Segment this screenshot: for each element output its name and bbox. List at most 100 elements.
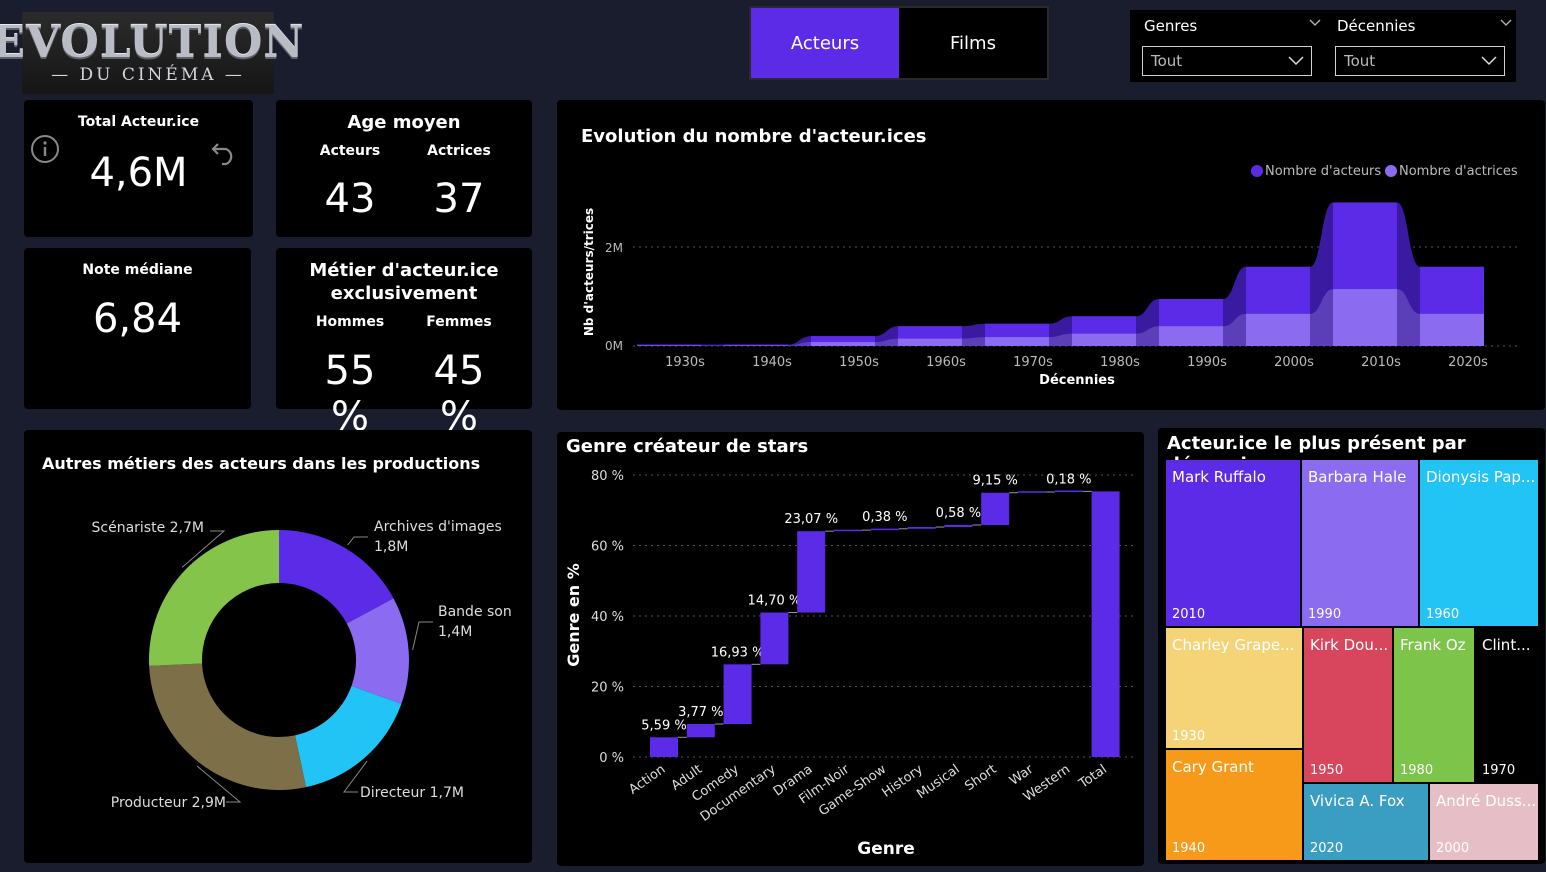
y-tick-label: 40 % — [591, 610, 624, 625]
kpi-total-card: Total Acteur.ice 4,6M — [24, 100, 253, 237]
waterfall-data-label: 14,70 % — [748, 594, 802, 609]
waterfall-bar[interactable] — [870, 528, 899, 531]
genres-dropdown[interactable]: Tout — [1142, 46, 1312, 76]
waterfall-ylabel: Genre en % — [564, 563, 583, 667]
tab-films[interactable]: Films — [899, 8, 1047, 78]
legend-label-actrices: Nombre d'actrices — [1399, 164, 1518, 179]
treemap-cell[interactable]: Dionysis Pap... 1960 — [1420, 460, 1538, 626]
x-tick-label: 2010s — [1361, 355, 1401, 370]
bar-acteurs[interactable] — [898, 326, 962, 339]
waterfall-bar[interactable] — [1054, 490, 1083, 493]
waterfall-bar[interactable] — [1091, 491, 1120, 757]
waterfall-bar[interactable] — [981, 492, 1010, 525]
treemap-cell[interactable]: Clint... 1970 — [1476, 628, 1538, 782]
donut-slice[interactable] — [149, 663, 307, 790]
bar-acteurs[interactable] — [1159, 298, 1223, 327]
waterfall-bar[interactable] — [944, 524, 973, 528]
bar-actrices[interactable] — [1072, 333, 1136, 346]
bar-acteurs[interactable] — [985, 323, 1049, 338]
kpi-total-title: Total Acteur.ice — [77, 114, 200, 130]
kpi-age-actrices-value: 37 — [433, 176, 485, 222]
bar-acteurs[interactable] — [637, 344, 701, 346]
treemap-cell[interactable]: André Duss... 2000 — [1430, 784, 1538, 860]
donut-leader-line — [347, 536, 368, 546]
waterfall-bar[interactable] — [686, 724, 715, 738]
waterfall-xlabel: Genre — [857, 839, 915, 859]
bar-acteurs[interactable] — [1333, 202, 1397, 290]
x-tick-label: 1950s — [839, 355, 879, 370]
undo-icon[interactable] — [210, 138, 240, 166]
treemap-cell-name: Vivica A. Fox — [1310, 792, 1405, 810]
treemap-cell[interactable]: Cary Grant 1940 — [1166, 750, 1302, 860]
bar-actrices[interactable] — [811, 342, 875, 346]
chevron-down-icon[interactable] — [1499, 16, 1513, 30]
legend-marker-acteurs — [1251, 165, 1263, 177]
donut-slice[interactable] — [295, 685, 402, 788]
bar-actrices[interactable] — [1420, 313, 1484, 346]
waterfall-data-label: 3,77 % — [678, 705, 723, 720]
kpi-age-acteurs-value: 43 — [324, 176, 376, 222]
treemap-cell-year: 1990 — [1308, 607, 1342, 622]
decennies-dropdown[interactable]: Tout — [1335, 46, 1505, 76]
bar-actrices[interactable] — [1159, 326, 1223, 346]
waterfall-bar[interactable] — [760, 612, 789, 665]
x-tick-label: 1940s — [752, 355, 792, 370]
waterfall-bar[interactable] — [834, 529, 862, 532]
treemap-cell[interactable]: Barbara Hale 1990 — [1302, 460, 1418, 626]
bar-acteurs[interactable] — [811, 336, 875, 343]
waterfall-bar[interactable] — [907, 527, 936, 529]
chevron-down-icon — [1481, 56, 1497, 66]
evolution-ytick-2m: 2M — [605, 241, 623, 255]
bar-acteurs[interactable] — [1420, 266, 1484, 314]
treemap-cell-name: André Duss... — [1436, 792, 1537, 810]
info-icon[interactable] — [30, 134, 60, 164]
kpi-metier-femmes-value: 45 % — [433, 348, 485, 440]
tab-acteurs[interactable]: Acteurs — [751, 8, 899, 78]
logo-main-text: EVOLUTION — [0, 17, 305, 68]
app-logo: EVOLUTION — DU CINÉMA — — [0, 12, 304, 94]
evolution-ylabel: Nb d'acteurs/trices — [582, 208, 596, 336]
donut-slice-label: Scénariste 2,7M — [92, 520, 205, 536]
kpi-age-actrices-label: Actrices — [427, 143, 491, 159]
waterfall-bar[interactable] — [1018, 491, 1046, 493]
bar-actrices[interactable] — [898, 338, 962, 346]
x-tick-label: Action — [626, 762, 668, 798]
waterfall-chart-svg: Genre en % Genre 80 % 60 % 40 % 20 % 0 % 5,5… — [564, 469, 1137, 859]
treemap-cell-name: Charley Grape... — [1172, 636, 1295, 654]
donut-slice[interactable] — [149, 530, 279, 666]
waterfall-bar[interactable] — [650, 737, 678, 757]
waterfall-data-label: 5,59 % — [641, 718, 686, 733]
chevron-down-icon[interactable] — [1308, 16, 1322, 30]
x-tick-label: 2000s — [1274, 355, 1314, 370]
x-tick-label: Short — [962, 762, 999, 794]
donut-leader-line — [412, 621, 433, 651]
treemap-cell[interactable]: Mark Ruffalo 2010 — [1166, 460, 1300, 626]
x-tick-label: Musical — [914, 762, 962, 802]
page-tabs: Acteurs Films — [749, 6, 1049, 80]
x-tick-label: 1960s — [926, 355, 966, 370]
kpi-age-title: Age moyen — [347, 112, 461, 133]
treemap-cell[interactable]: Frank Oz 1980 — [1394, 628, 1474, 782]
waterfall-data-label: 23,07 % — [784, 512, 838, 527]
legend-label-acteurs: Nombre d'acteurs — [1265, 164, 1381, 179]
bar-actrices[interactable] — [1333, 289, 1397, 346]
treemap-cell[interactable]: Charley Grape... 1930 — [1166, 628, 1302, 748]
treemap-cell[interactable]: Vivica A. Fox 2020 — [1304, 784, 1428, 860]
kpi-metier-hommes-value: 55 % — [324, 348, 376, 440]
waterfall-data-label: 0,38 % — [862, 510, 907, 525]
bar-actrices[interactable] — [1246, 313, 1310, 346]
treemap-cell[interactable]: Kirk Dou... 1950 — [1304, 628, 1392, 782]
bar-acteurs[interactable] — [724, 344, 788, 346]
waterfall-bar[interactable] — [723, 664, 752, 725]
kpi-metier-femmes-label: Femmes — [426, 314, 492, 330]
treemap-cell-year: 1930 — [1172, 729, 1206, 744]
kpi-age-card: Age moyen Acteurs Actrices 43 37 — [276, 100, 532, 237]
waterfall-data-label: 16,93 % — [711, 645, 765, 660]
bar-actrices[interactable] — [985, 337, 1049, 346]
filter-decennies-label: Décennies — [1337, 17, 1416, 35]
bar-acteurs[interactable] — [1246, 266, 1310, 314]
waterfall-bar[interactable] — [797, 531, 826, 613]
y-tick-label: 80 % — [591, 469, 624, 484]
legend-marker-actrices — [1385, 165, 1397, 177]
bar-acteurs[interactable] — [1072, 316, 1136, 334]
